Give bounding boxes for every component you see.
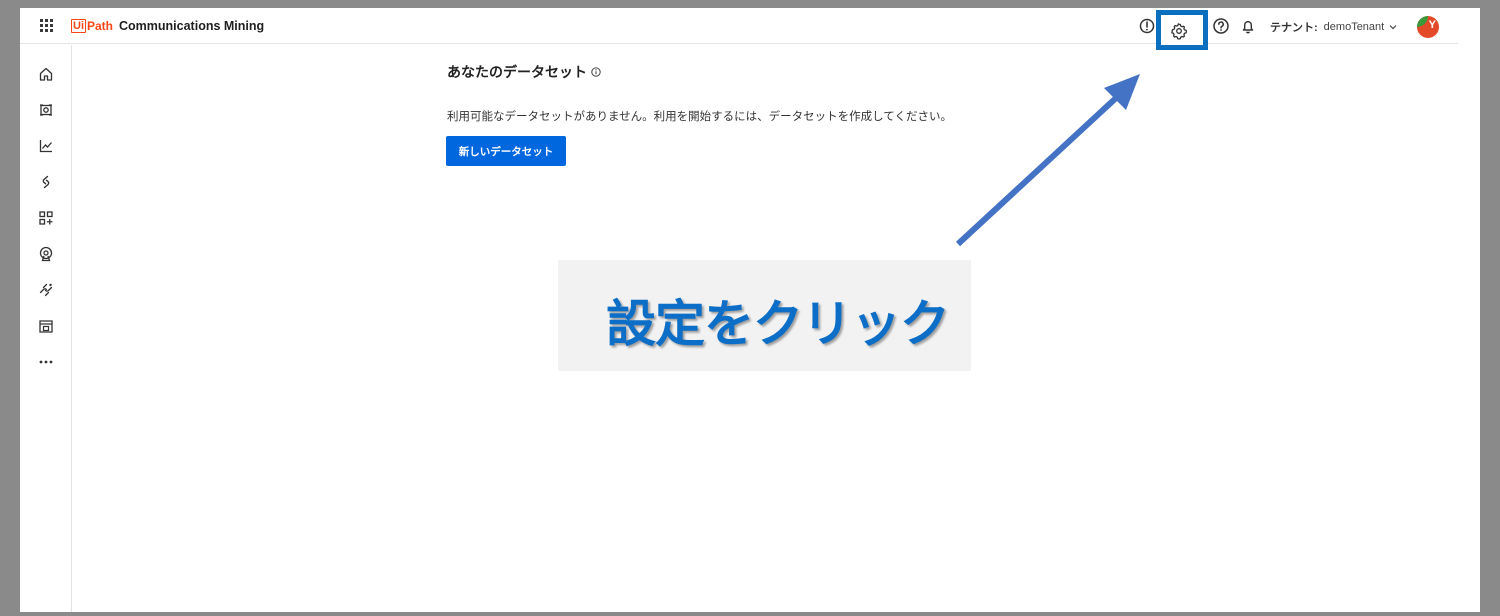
app-window: Ui Path Communications Mining テナント: demo… (20, 8, 1480, 612)
arrow-shaft (955, 95, 1119, 247)
arrow-annotation (955, 74, 1140, 247)
